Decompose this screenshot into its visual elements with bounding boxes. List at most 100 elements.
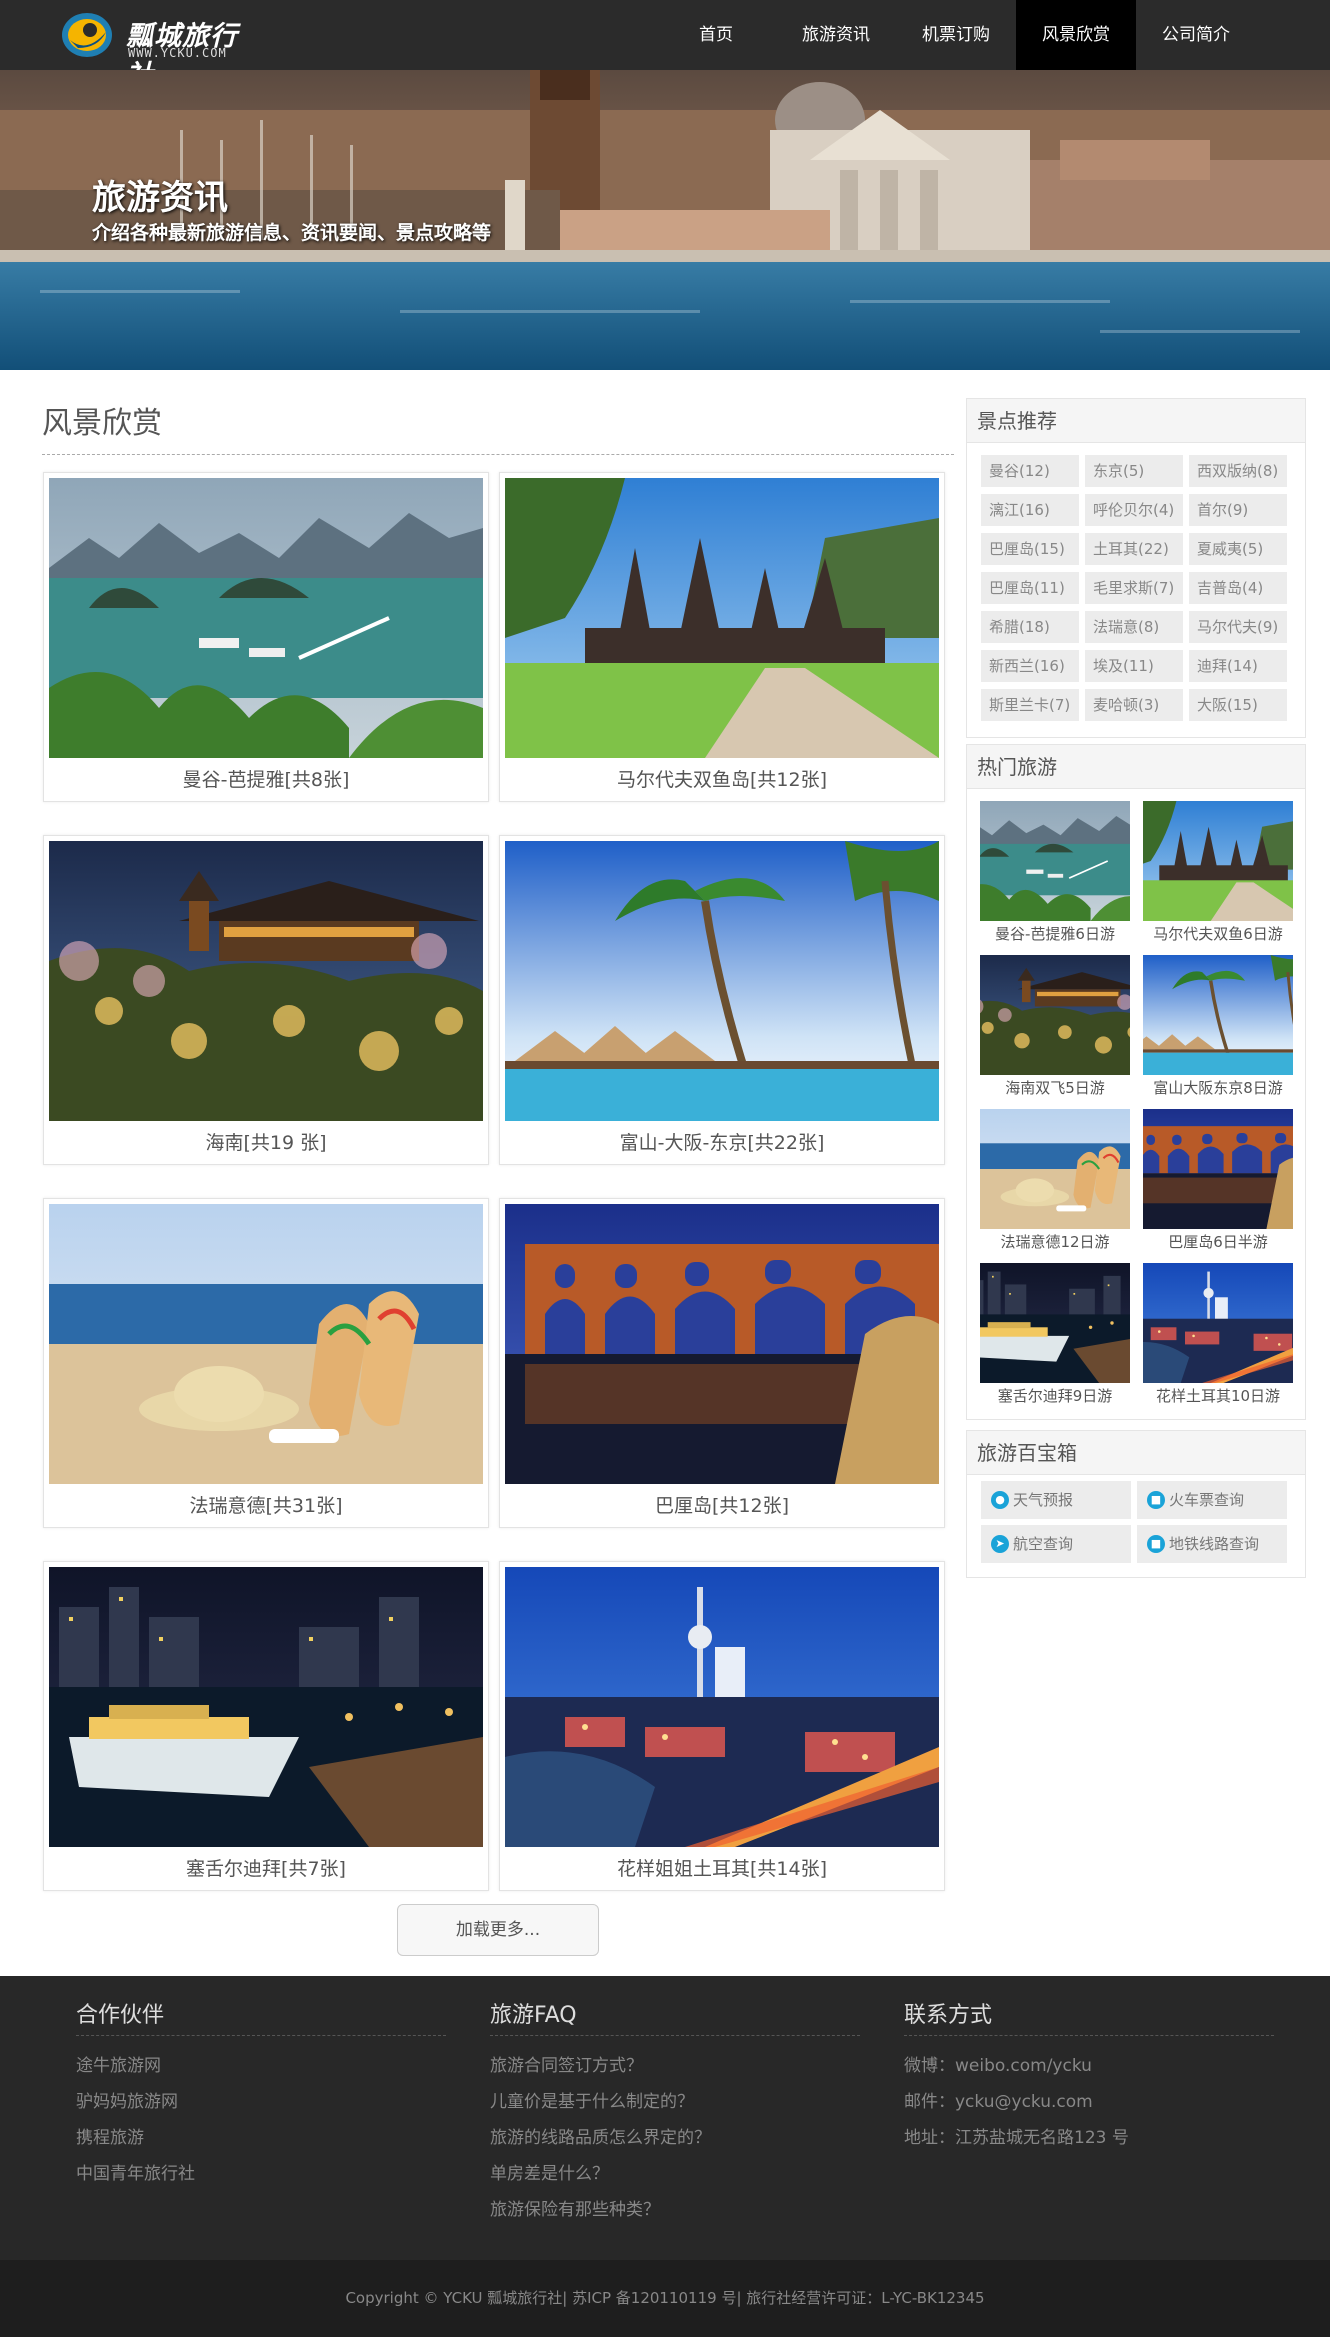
scenic-tag[interactable]: 首尔(9) xyxy=(1189,494,1287,526)
scenic-tag[interactable]: 马尔代夫(9) xyxy=(1189,611,1287,643)
aqueduct-night-image xyxy=(1143,1109,1293,1229)
gallery-card-caption[interactable]: 富山-大阪-东京[共22张] xyxy=(500,1123,944,1163)
scenic-tag[interactable]: 迪拜(14) xyxy=(1189,650,1287,682)
hot-panel-title: 热门旅游 xyxy=(967,745,1305,789)
hot-travel-item[interactable]: 曼谷-芭提雅6日游 xyxy=(980,801,1130,949)
subway-icon: ■ xyxy=(1147,1535,1165,1553)
hot-travel-image[interactable] xyxy=(1143,955,1293,1075)
hero-banner: 旅游资讯 介绍各种最新旅游信息、资讯要闻、景点攻略等 xyxy=(0,70,1330,370)
footer-link[interactable]: 携程旅游 xyxy=(76,2120,446,2156)
scenic-tag[interactable]: 吉普岛(4) xyxy=(1189,572,1287,604)
hot-travel-item[interactable]: 花样土耳其10日游 xyxy=(1143,1263,1293,1411)
gallery-card[interactable]: 海南[共19 张] xyxy=(43,835,489,1165)
gallery-card[interactable]: 塞舌尔迪拜[共7张] xyxy=(43,1561,489,1891)
nav-travel-news[interactable]: 旅游资讯 xyxy=(776,0,896,70)
scenic-tag[interactable]: 土耳其(22) xyxy=(1085,533,1183,565)
hot-travel-image[interactable] xyxy=(980,1109,1130,1229)
hot-travel-image[interactable] xyxy=(1143,801,1293,921)
hot-travel-caption[interactable]: 曼谷-芭提雅6日游 xyxy=(975,921,1135,947)
train-ticket-button[interactable]: ■ 火车票查询 xyxy=(1137,1481,1287,1519)
hot-travel-image[interactable] xyxy=(980,801,1130,921)
hot-travel-caption[interactable]: 巴厘岛6日半游 xyxy=(1138,1229,1298,1255)
hot-travel-caption[interactable]: 马尔代夫双鱼6日游 xyxy=(1138,921,1298,947)
weather-forecast-button[interactable]: ● 天气预报 xyxy=(981,1481,1131,1519)
logo[interactable]: 瓢城旅行社 WWW.YCKU.COM xyxy=(58,8,258,91)
nav-about[interactable]: 公司简介 xyxy=(1136,0,1256,70)
load-more-button[interactable]: 加载更多... xyxy=(397,1904,599,1956)
scenic-tag[interactable]: 巴厘岛(15) xyxy=(981,533,1079,565)
scenic-tag[interactable]: 曼谷(12) xyxy=(981,455,1079,487)
gallery-card-caption[interactable]: 花样姐姐土耳其[共14张] xyxy=(500,1849,944,1889)
scenic-tag[interactable]: 斯里兰卡(7) xyxy=(981,689,1079,721)
nav-home[interactable]: 首页 xyxy=(656,0,776,70)
hot-travel-item[interactable]: 海南双飞5日游 xyxy=(980,955,1130,1103)
scenic-tag[interactable]: 希腊(18) xyxy=(981,611,1079,643)
hot-travel-image[interactable] xyxy=(980,1263,1130,1383)
gallery-card-caption[interactable]: 巴厘岛[共12张] xyxy=(500,1486,944,1526)
gallery-card[interactable]: 巴厘岛[共12张] xyxy=(499,1198,945,1528)
scenic-tag[interactable]: 夏威夷(5) xyxy=(1189,533,1287,565)
gallery-card-caption[interactable]: 马尔代夫双鱼岛[共12张] xyxy=(500,760,944,800)
scenic-tag[interactable]: 西双版纳(8) xyxy=(1189,455,1287,487)
scenic-tag[interactable]: 新西兰(16) xyxy=(981,650,1079,682)
gallery-card[interactable]: 法瑞意德[共31张] xyxy=(43,1198,489,1528)
scenic-tag[interactable]: 呼伦贝尔(4) xyxy=(1085,494,1183,526)
logo-url: WWW.YCKU.COM xyxy=(128,46,227,60)
hot-travel-item[interactable]: 马尔代夫双鱼6日游 xyxy=(1143,801,1293,949)
gallery-card-caption[interactable]: 法瑞意德[共31张] xyxy=(44,1486,488,1526)
gallery-card-image[interactable] xyxy=(505,841,939,1121)
gallery-card[interactable]: 曼谷-芭提雅[共8张] xyxy=(43,472,489,802)
gallery-card[interactable]: 富山-大阪-东京[共22张] xyxy=(499,835,945,1165)
kyoto-temple-night-image xyxy=(49,841,483,1121)
flight-query-label: 航空查询 xyxy=(1013,1535,1074,1553)
hot-travel-image[interactable] xyxy=(1143,1263,1293,1383)
hot-travel-item[interactable]: 法瑞意德12日游 xyxy=(980,1109,1130,1257)
hot-travel-image[interactable] xyxy=(1143,1109,1293,1229)
gallery-card-image[interactable] xyxy=(49,841,483,1121)
flight-query-button[interactable]: ➤ 航空查询 xyxy=(981,1525,1131,1563)
footer-link[interactable]: 途牛旅游网 xyxy=(76,2048,446,2084)
scenic-tag[interactable]: 毛里求斯(7) xyxy=(1085,572,1183,604)
footer-link[interactable]: 单房差是什么？ xyxy=(490,2156,860,2192)
scenic-tag[interactable]: 大阪(15) xyxy=(1189,689,1287,721)
gallery-card-caption[interactable]: 曼谷-芭提雅[共8张] xyxy=(44,760,488,800)
scenic-tag[interactable]: 巴厘岛(11) xyxy=(981,572,1079,604)
nav-flight-booking[interactable]: 机票订购 xyxy=(896,0,1016,70)
footer-link[interactable]: 驴妈妈旅游网 xyxy=(76,2084,446,2120)
hot-travel-caption[interactable]: 花样土耳其10日游 xyxy=(1138,1383,1298,1409)
hot-travel-caption[interactable]: 海南双飞5日游 xyxy=(975,1075,1135,1101)
gallery-card-caption[interactable]: 塞舌尔迪拜[共7张] xyxy=(44,1849,488,1889)
footer-link[interactable]: 旅游合同签订方式？ xyxy=(490,2048,860,2084)
scenic-tag[interactable]: 埃及(11) xyxy=(1085,650,1183,682)
location-pin-icon: ● xyxy=(991,1491,1009,1509)
gallery-card-image[interactable] xyxy=(49,478,483,758)
footer-link[interactable]: 中国青年旅行社 xyxy=(76,2156,446,2192)
scenic-tag[interactable]: 漓江(16) xyxy=(981,494,1079,526)
scenic-tag[interactable]: 法瑞意(8) xyxy=(1085,611,1183,643)
gallery-card[interactable]: 马尔代夫双鱼岛[共12张] xyxy=(499,472,945,802)
hot-travel-caption[interactable]: 法瑞意德12日游 xyxy=(975,1229,1135,1255)
hot-travel-item[interactable]: 巴厘岛6日半游 xyxy=(1143,1109,1293,1257)
hot-travel-caption[interactable]: 富山大阪东京8日游 xyxy=(1138,1075,1298,1101)
gallery-card-caption[interactable]: 海南[共19 张] xyxy=(44,1123,488,1163)
footer-link[interactable]: 儿童价是基于什么制定的？ xyxy=(490,2084,860,2120)
gallery-card-image[interactable] xyxy=(49,1567,483,1847)
hot-travel-item[interactable]: 塞舌尔迪拜9日游 xyxy=(980,1263,1130,1411)
hot-travel-item[interactable]: 富山大阪东京8日游 xyxy=(1143,955,1293,1103)
city-tower-night-image xyxy=(1143,1263,1293,1383)
footer-link[interactable]: 旅游的线路品质怎么界定的？ xyxy=(490,2120,860,2156)
subway-query-button[interactable]: ■ 地铁线路查询 xyxy=(1137,1525,1287,1563)
hot-travel-caption[interactable]: 塞舌尔迪拜9日游 xyxy=(975,1383,1135,1409)
footer-partners: 合作伙伴 途牛旅游网 驴妈妈旅游网 携程旅游 中国青年旅行社 xyxy=(76,1996,446,2192)
gallery-card-image[interactable] xyxy=(505,1204,939,1484)
nav-scenery[interactable]: 风景欣赏 xyxy=(1016,0,1136,70)
scenic-tag[interactable]: 东京(5) xyxy=(1085,455,1183,487)
hot-travel-image[interactable] xyxy=(980,955,1130,1075)
gallery-card-image[interactable] xyxy=(49,1204,483,1484)
gallery-card-image[interactable] xyxy=(505,1567,939,1847)
gallery-card-image[interactable] xyxy=(505,478,939,758)
gallery-card[interactable]: 花样姐姐土耳其[共14张] xyxy=(499,1561,945,1891)
contact-email: 邮件：ycku@ycku.com xyxy=(904,2092,1093,2112)
scenic-tag[interactable]: 麦哈顿(3) xyxy=(1085,689,1183,721)
footer-link[interactable]: 旅游保险有那些种类？ xyxy=(490,2192,860,2228)
